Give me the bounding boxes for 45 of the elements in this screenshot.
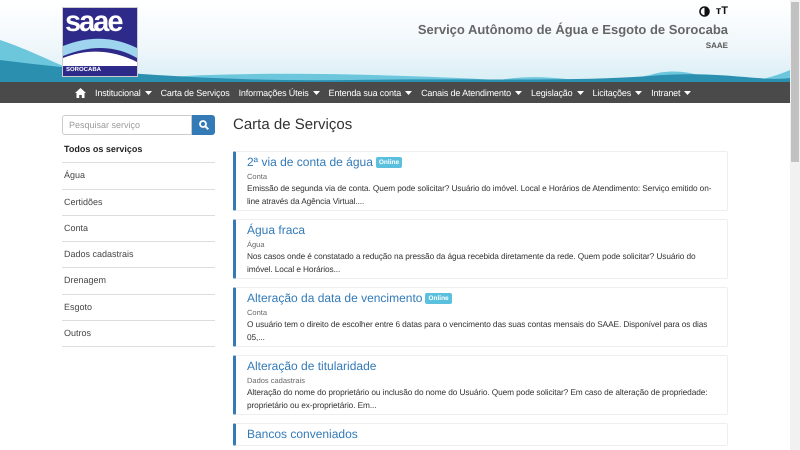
- contrast-icon: [698, 6, 710, 16]
- nav-menu-item[interactable]: Institucional: [95, 88, 152, 98]
- category-link[interactable]: Água: [62, 163, 215, 190]
- service-description: Alteração do nome do proprietário ou inclusão do nome do Usuário. Quem pode solicitar? Em caso de alteração de propriedade: proprietário ou ex-proprietário. Em...: [247, 386, 708, 411]
- service-description: Nos casos onde é constatado a redução na pressão da água recebida diretamente da rede. Quem pode solicitar? Usuário do imóvel. Local e Horários...: [247, 250, 697, 275]
- home-icon: [75, 88, 86, 98]
- font-size-button[interactable]: ᴛT: [716, 5, 728, 17]
- service-title-link[interactable]: Bancos conveniados: [247, 427, 358, 442]
- page-title: Carta de Serviços: [233, 116, 354, 133]
- service-title-link[interactable]: Água fraca: [247, 223, 306, 238]
- service-title-link[interactable]: Alteração de titularidade: [247, 359, 376, 374]
- service-description: O usuário tem o direito de escolher entre 6 datas para o vencimento das suas contas mensais do SAAE. Disponível para os dias 05,...: [247, 318, 708, 343]
- category-link[interactable]: Esgoto: [62, 294, 215, 322]
- nav-menu-item[interactable]: Legislação: [530, 88, 584, 98]
- scrollbar-thumb[interactable]: [791, 2, 799, 162]
- caret-icon: [144, 90, 152, 94]
- site-title: Serviço Autônomo de Água e Esgoto de Sorocaba: [418, 22, 728, 37]
- nav-menu-item[interactable]: Licitações: [592, 88, 642, 98]
- search-button[interactable]: [192, 115, 215, 135]
- nav-menu-item[interactable]: Intranet: [651, 88, 692, 98]
- service-title-link[interactable]: 2ª via de conta de água: [247, 155, 373, 170]
- category-link[interactable]: Certidões: [62, 190, 215, 216]
- category-link[interactable]: Conta: [62, 216, 215, 242]
- nav-menu-item[interactable]: Canais de Atendimento: [421, 88, 522, 98]
- nav-menu-item[interactable]: Entenda sua conta: [328, 88, 412, 98]
- scrollbar[interactable]: [790, 0, 800, 450]
- site-subtitle: SAAE: [706, 41, 728, 50]
- category-link[interactable]: Todos os serviços: [62, 137, 215, 164]
- caret-icon: [312, 90, 320, 94]
- service-description: Emissão de segunda via de conta. Quem pode solicitar? Usuário do imóvel. Local e Horários de Atendimento: Serviço emitido on-line através da Agência Virtual....: [247, 182, 712, 207]
- nav-menu-item[interactable]: Carta de Serviços: [160, 88, 230, 98]
- category-link[interactable]: Outros: [62, 321, 215, 348]
- service-title-link[interactable]: Alteração da data de vencimento: [247, 291, 422, 306]
- home-link[interactable]: [75, 88, 86, 98]
- caret-icon: [405, 90, 412, 94]
- caret-icon: [684, 90, 692, 94]
- category-link[interactable]: Drenagem: [62, 268, 215, 295]
- caret-icon: [576, 90, 584, 94]
- search-field[interactable]: Pesquisar serviço: [62, 115, 192, 135]
- caret-icon: [514, 90, 522, 94]
- logo-wave-icon: [63, 36, 137, 66]
- category-link[interactable]: Dados cadastrais: [62, 242, 215, 268]
- search-icon: [198, 120, 208, 130]
- nav-menu-item[interactable]: Informações Úteis: [238, 88, 320, 98]
- caret-icon: [635, 90, 642, 94]
